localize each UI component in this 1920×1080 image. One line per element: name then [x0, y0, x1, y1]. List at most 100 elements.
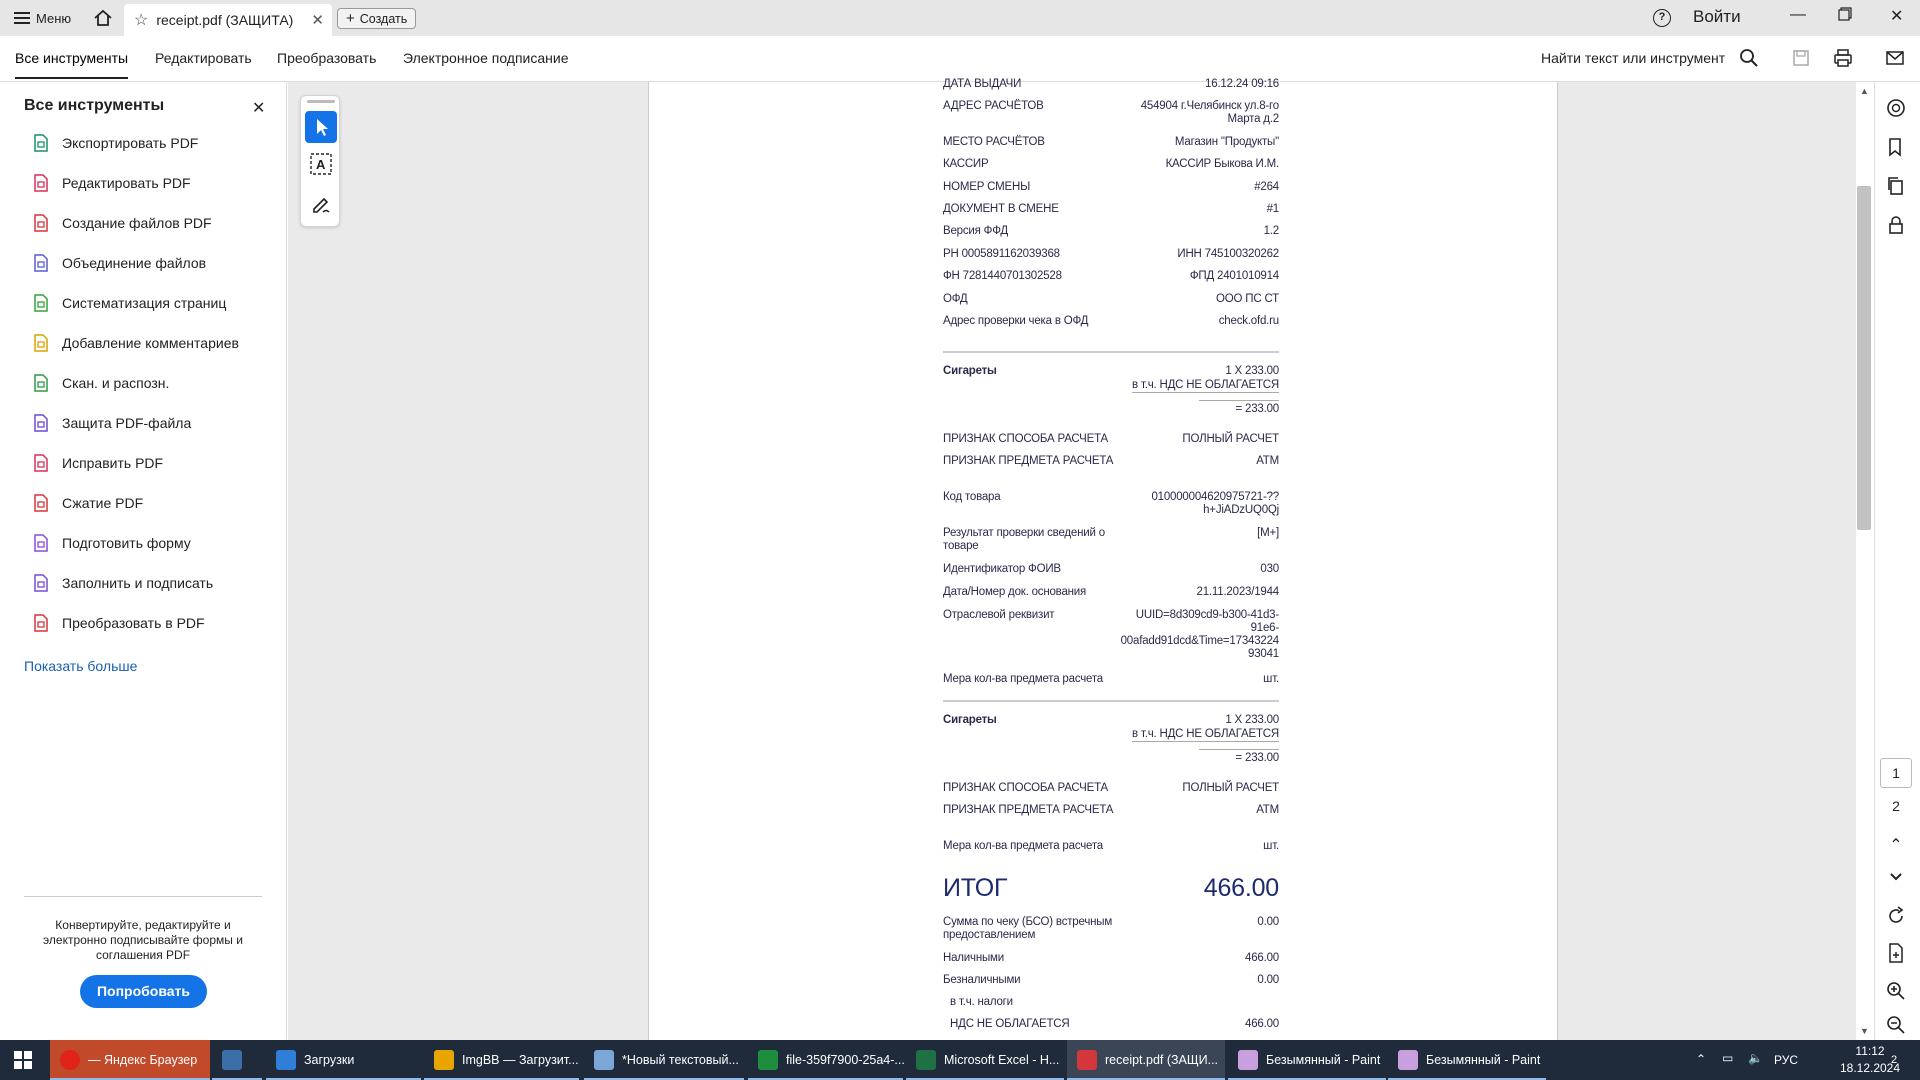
- close-tab-icon[interactable]: ✕: [311, 11, 324, 29]
- receipt-value: 1 X 233.00: [1225, 714, 1279, 726]
- show-more-link[interactable]: Показать больше: [24, 658, 137, 674]
- refresh-icon[interactable]: [1885, 905, 1907, 927]
- receipt-label: в т.ч. налоги: [950, 996, 1013, 1008]
- menu-button[interactable]: Меню: [14, 8, 71, 28]
- language-indicator[interactable]: РУС: [1774, 1053, 1798, 1067]
- taskbar-item[interactable]: Безымянный - Paint: [1388, 1040, 1546, 1080]
- receipt-value: 0.00: [1257, 974, 1279, 986]
- total-label: ИТОГ: [943, 874, 1008, 902]
- taskbar-item[interactable]: file-359f7900-25a4-...: [748, 1040, 905, 1080]
- taskbar-item[interactable]: Безымянный - Paint: [1228, 1040, 1386, 1080]
- star-icon[interactable]: ☆: [134, 10, 148, 30]
- page-1-button[interactable]: 1: [1880, 758, 1912, 788]
- save-icon[interactable]: [1791, 48, 1811, 68]
- receipt-value: ООО ПС СТ: [1216, 293, 1279, 305]
- ai-assistant-icon[interactable]: [1885, 97, 1907, 119]
- document-tab[interactable]: ☆ receipt.pdf (ЗАЩИТА) ✕: [124, 4, 332, 36]
- receipt-value: = 233.00: [1199, 749, 1279, 765]
- svg-text:A: A: [316, 157, 326, 172]
- receipt-value: шт.: [1263, 840, 1279, 852]
- close-window-icon[interactable]: ✕: [1890, 6, 1903, 26]
- title-bar: Меню ☆ receipt.pdf (ЗАЩИТА) ✕ + Создать …: [0, 0, 1920, 36]
- receipt-value: 1.2: [1263, 225, 1280, 237]
- receipt-value: [M+]: [1257, 527, 1279, 539]
- windows-start-icon[interactable]: [14, 1051, 32, 1072]
- taskbar-item[interactable]: [212, 1040, 262, 1080]
- find-tool-label[interactable]: Найти текст или инструмент: [1541, 50, 1725, 66]
- document-export-icon[interactable]: [1885, 942, 1907, 964]
- tab-title: receipt.pdf (ЗАЩИТА): [156, 12, 294, 28]
- receipt-label: Результат проверки сведений о товаре: [943, 527, 1105, 552]
- drag-handle[interactable]: [307, 100, 335, 103]
- receipt-label: НОМЕР СМЕНЫ: [943, 181, 1031, 193]
- help-icon[interactable]: ?: [1653, 9, 1671, 27]
- tool-item[interactable]: Исправить PDF: [32, 451, 163, 475]
- scrollbar-thumb[interactable]: [1857, 186, 1871, 530]
- tool-item[interactable]: Редактировать PDF: [32, 171, 191, 195]
- chevron-up-icon[interactable]: ⌃: [1885, 835, 1907, 857]
- receipt-value: ФПД 2401010914: [1189, 270, 1279, 282]
- tool-item[interactable]: Экспортировать PDF: [32, 131, 198, 155]
- page-2-button[interactable]: 2: [1880, 793, 1912, 819]
- zoom-out-icon[interactable]: [1885, 1014, 1907, 1036]
- search-icon[interactable]: [1739, 48, 1759, 68]
- text-select-icon[interactable]: A: [309, 152, 333, 179]
- taskbar-item-label: Загрузки: [304, 1053, 355, 1067]
- close-panel-icon[interactable]: ✕: [252, 98, 265, 118]
- tool-item[interactable]: Преобразовать в PDF: [32, 611, 205, 635]
- tool-item[interactable]: Объединение файлов: [32, 251, 206, 275]
- notification-count[interactable]: 2: [1884, 1050, 1904, 1070]
- tool-item[interactable]: Сжатие PDF: [32, 491, 143, 515]
- tab-e-sign[interactable]: Электронное подписание: [403, 50, 569, 66]
- tool-item[interactable]: Заполнить и подписать: [32, 571, 213, 595]
- select-tool-icon[interactable]: [305, 111, 337, 143]
- chevron-down-icon[interactable]: [1885, 866, 1907, 888]
- floating-toolbar: A: [300, 95, 340, 227]
- receipt-label: Адрес проверки чека в ОФД: [943, 315, 1089, 327]
- mail-icon[interactable]: [1885, 48, 1905, 68]
- taskbar-item[interactable]: Загрузки: [266, 1040, 421, 1080]
- scroll-down-icon[interactable]: ▼: [1860, 1026, 1869, 1036]
- restore-icon[interactable]: [1838, 7, 1852, 26]
- receipt-value: 454904 г.Челябинск ул.8-го Марта д.2: [1140, 100, 1279, 125]
- taskbar-item[interactable]: — Яндекс Браузер: [50, 1040, 210, 1080]
- draw-sign-icon[interactable]: [309, 192, 333, 219]
- receipt-value: 16.12.24 09:16: [1205, 78, 1279, 90]
- fill-sign-icon: [32, 574, 50, 592]
- try-button[interactable]: Попробовать: [80, 975, 207, 1008]
- tool-item[interactable]: Создание файлов PDF: [32, 211, 212, 235]
- combine-files-icon: [32, 254, 50, 272]
- home-icon[interactable]: [92, 7, 114, 29]
- sign-in-button[interactable]: Войти: [1693, 7, 1741, 27]
- tool-item[interactable]: Скан. и распозн.: [32, 371, 169, 395]
- print-icon[interactable]: [1833, 48, 1853, 68]
- tool-item[interactable]: Защита PDF-файла: [32, 411, 191, 435]
- chevron-up-icon[interactable]: ⌃: [1696, 1052, 1706, 1066]
- tab-edit[interactable]: Редактировать: [155, 50, 252, 66]
- receipt-label: Безналичными: [943, 974, 1021, 986]
- taskbar-item[interactable]: Microsoft Excel - H...: [906, 1040, 1064, 1080]
- menu-label: Меню: [36, 10, 72, 26]
- tool-item[interactable]: Добавление комментариев: [32, 331, 239, 355]
- pages-icon[interactable]: [1885, 175, 1907, 197]
- zoom-in-icon[interactable]: [1885, 980, 1907, 1002]
- taskbar-item[interactable]: receipt.pdf (ЗАЩИ...: [1067, 1040, 1225, 1080]
- taskbar-item-label: Безымянный - Paint: [1426, 1053, 1541, 1067]
- volume-icon[interactable]: 🔈: [1748, 1051, 1763, 1065]
- create-button[interactable]: + Создать: [337, 8, 417, 29]
- minimize-icon[interactable]: —: [1790, 6, 1806, 24]
- taskbar-item[interactable]: ImgBB — Загрузит...: [424, 1040, 579, 1080]
- receipt-label: КАССИР: [943, 158, 989, 170]
- scroll-up-icon[interactable]: ▲: [1860, 86, 1869, 96]
- lock-icon[interactable]: [1885, 214, 1907, 236]
- taskbar-item[interactable]: *Новый текстовый...: [584, 1040, 744, 1080]
- bookmark-icon[interactable]: [1885, 136, 1907, 158]
- tool-item[interactable]: Систематизация страниц: [32, 291, 226, 315]
- receipt-label: МЕСТО РАСЧЁТОВ: [943, 136, 1045, 148]
- tab-all-tools[interactable]: Все инструменты: [15, 50, 129, 79]
- tool-item[interactable]: Подготовить форму: [32, 531, 191, 555]
- tab-convert[interactable]: Преобразовать: [277, 50, 376, 66]
- receipt-label: Мера кол-ва предмета расчета: [943, 673, 1103, 685]
- tool-label: Защита PDF-файла: [62, 415, 192, 431]
- network-icon[interactable]: ▭: [1722, 1051, 1733, 1065]
